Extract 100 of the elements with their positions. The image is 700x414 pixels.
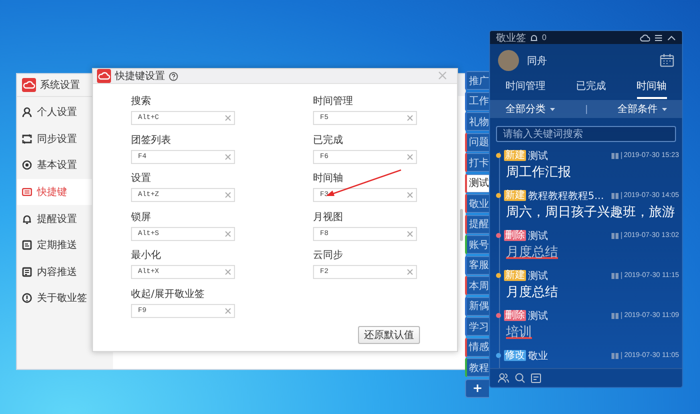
side-tab[interactable]: 测试 xyxy=(465,174,489,192)
side-tab[interactable]: 新偶 xyxy=(465,296,489,316)
filter-dropdown[interactable]: 全部分类 xyxy=(506,102,554,116)
clear-icon[interactable] xyxy=(225,115,231,121)
field-label: 最小化 xyxy=(131,249,162,262)
sidebar-item[interactable]: 关于敬业签 xyxy=(17,285,93,312)
clear-icon[interactable] xyxy=(225,230,231,236)
field-label: 时间管理 xyxy=(313,95,354,108)
status-tag: 新建 xyxy=(504,270,526,281)
document-icon xyxy=(22,266,32,277)
clear-icon[interactable] xyxy=(407,192,413,198)
sidebar-item[interactable]: 定期推送 xyxy=(17,232,93,259)
info-icon xyxy=(22,293,32,304)
search-field[interactable]: 请输入关键词搜索 xyxy=(496,126,676,142)
note-icon[interactable] xyxy=(531,373,541,383)
sidebar-item[interactable]: 个人设置 xyxy=(17,99,93,126)
side-tab[interactable]: 礼物 xyxy=(465,112,489,131)
timeline-dot xyxy=(496,193,501,198)
status-tag: 新建 xyxy=(504,150,526,161)
calendar-icon[interactable] xyxy=(660,54,674,67)
timeline-dot xyxy=(496,273,501,278)
side-tab[interactable]: 提醒 xyxy=(465,214,489,234)
clear-icon[interactable] xyxy=(225,154,231,160)
side-tab[interactable]: 本周 xyxy=(465,276,489,295)
timeline-dot xyxy=(496,233,501,238)
user-name: 同舟 xyxy=(527,54,547,68)
app-logo-icon xyxy=(22,78,36,92)
note-title[interactable]: 培训 xyxy=(506,322,532,344)
cloud-icon[interactable] xyxy=(640,34,650,42)
clear-icon[interactable] xyxy=(407,115,413,121)
field-label: 搜索 xyxy=(131,95,152,108)
keyboard-icon xyxy=(22,187,32,198)
add-tab-button[interactable]: + xyxy=(465,378,489,398)
bell-icon[interactable] xyxy=(530,34,538,42)
note-title[interactable]: 周工作汇报 xyxy=(506,162,571,184)
status-tag: 删除 xyxy=(504,230,526,241)
side-tab[interactable]: 问题 xyxy=(465,132,489,152)
tab[interactable]: 已完成 xyxy=(576,77,606,99)
avatar[interactable] xyxy=(498,50,519,71)
clear-icon[interactable] xyxy=(225,192,231,198)
window-icon xyxy=(611,272,620,280)
side-tab[interactable]: 情感 xyxy=(465,338,489,356)
status-tag: 新建 xyxy=(504,190,526,201)
filter-dropdown[interactable]: 全部条件 xyxy=(618,102,666,116)
clear-icon[interactable] xyxy=(407,230,413,236)
window-icon xyxy=(611,352,620,360)
sidebar-item[interactable]: 快捷键 xyxy=(17,178,93,206)
notification-count: 0 xyxy=(542,33,546,42)
note-title[interactable]: 月度总结 xyxy=(506,282,558,304)
sync-icon xyxy=(22,134,32,144)
side-tab[interactable]: 账号 xyxy=(465,235,489,254)
category-label: 敬业 xyxy=(528,350,548,362)
side-tab[interactable]: 客服 xyxy=(465,256,489,274)
tab[interactable]: 时间轴 xyxy=(636,77,667,99)
side-tab[interactable]: 教程 xyxy=(465,358,489,377)
search-icon[interactable] xyxy=(515,373,525,383)
field-label: 团签列表 xyxy=(131,134,172,146)
person-icon xyxy=(22,107,32,118)
sidebar-item[interactable]: 提醒设置 xyxy=(17,205,93,232)
document-icon xyxy=(22,240,32,250)
field-label: 设置 xyxy=(131,172,152,185)
reset-button[interactable]: 还原默认值 xyxy=(358,326,420,344)
note-title[interactable]: 周六，周日孩子兴趣班，旅游 xyxy=(506,202,675,224)
window-icon xyxy=(610,192,619,200)
side-tab[interactable]: 推广 xyxy=(465,71,489,90)
field-label: 月视图 xyxy=(313,210,344,224)
dialog-title: 快捷键设置 xyxy=(115,70,165,83)
tab[interactable]: 时间管理 xyxy=(505,77,546,99)
clear-icon[interactable] xyxy=(225,269,231,275)
side-tab[interactable]: 学习 xyxy=(465,317,489,336)
clear-icon[interactable] xyxy=(407,154,413,160)
help-icon[interactable] xyxy=(169,72,178,80)
note-title[interactable]: 月度总结 xyxy=(506,242,558,264)
clear-icon[interactable] xyxy=(225,308,231,314)
caret-down-icon xyxy=(662,108,666,110)
caret-up-icon[interactable] xyxy=(667,34,676,42)
side-tab[interactable]: 工作 xyxy=(465,92,489,110)
timeline-dot xyxy=(496,153,501,158)
people-icon[interactable] xyxy=(498,373,509,383)
side-tab[interactable]: 打卡 xyxy=(465,153,489,172)
field-label: 锁屏 xyxy=(131,210,152,224)
category-label: 测试 xyxy=(528,230,548,242)
target-icon xyxy=(22,160,32,170)
bell-icon xyxy=(22,214,32,224)
side-tab[interactable]: 敬业 xyxy=(465,194,489,213)
category-label: 测试 xyxy=(528,270,548,282)
sidebar-item[interactable]: 同步设置 xyxy=(17,126,93,152)
sidebar-item[interactable]: 基本设置 xyxy=(17,152,93,179)
window-icon xyxy=(610,152,619,160)
category-label: 测试 xyxy=(528,150,548,162)
scrollbar-thumb[interactable] xyxy=(460,209,463,241)
sidebar-item[interactable]: 内容推送 xyxy=(17,258,93,286)
status-tag: 修改 xyxy=(504,350,526,361)
app-name: 敬业签 xyxy=(496,32,526,44)
clear-icon[interactable] xyxy=(407,269,413,275)
category-label: 测试 xyxy=(528,310,548,322)
caret-down-icon xyxy=(550,108,554,110)
timeline-dot xyxy=(496,353,501,358)
menu-icon[interactable] xyxy=(654,34,663,42)
window-icon xyxy=(610,232,619,240)
